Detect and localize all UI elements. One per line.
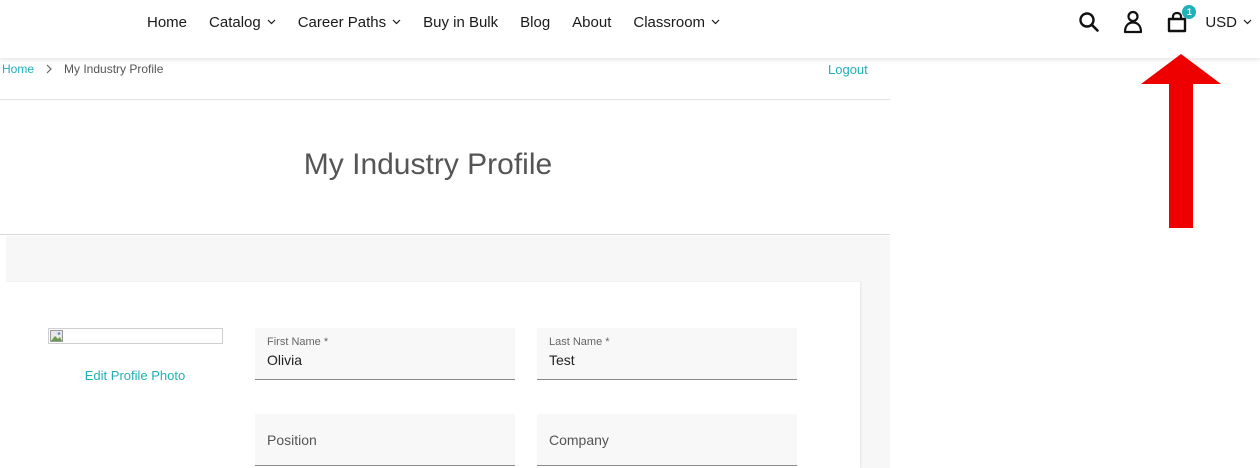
nav-about[interactable]: About (572, 14, 611, 31)
nav-catalog-label: Catalog (209, 13, 261, 31)
cart-count-badge: 1 (1182, 5, 1197, 19)
company-input[interactable] (549, 432, 785, 448)
nav-home[interactable]: Home (147, 14, 187, 31)
breadcrumb-current: My Industry Profile (64, 62, 164, 76)
chevron-down-icon (1243, 19, 1252, 25)
profile-photo (48, 328, 223, 344)
search-icon[interactable] (1067, 0, 1111, 44)
first-name-field: First Name * (255, 328, 515, 380)
currency-selector[interactable]: USD (1205, 14, 1252, 31)
chevron-down-icon (267, 19, 276, 25)
nav-blog-label: Blog (520, 13, 551, 31)
nav-classroom[interactable]: Classroom (633, 14, 720, 31)
annotation-arrow-icon (1141, 54, 1221, 228)
nav-home-label: Home (147, 13, 188, 31)
company-field (537, 414, 797, 466)
nav-buy-in-bulk[interactable]: Buy in Bulk (423, 14, 498, 31)
main-nav: Home Catalog Career Paths Buy in Bulk Bl… (136, 0, 731, 44)
nav-career-paths[interactable]: Career Paths (298, 14, 401, 31)
last-name-field: Last Name * (537, 328, 797, 380)
nav-classroom-label: Classroom (633, 13, 706, 31)
breadcrumb-row: Home My Industry Profile Logout (0, 58, 890, 100)
nav-buy-in-bulk-label: Buy in Bulk (423, 13, 499, 31)
position-input[interactable] (267, 432, 503, 448)
nav-catalog[interactable]: Catalog (209, 14, 276, 31)
currency-label: USD (1205, 13, 1237, 31)
chevron-down-icon (711, 19, 720, 25)
site-header: Home Catalog Career Paths Buy in Bulk Bl… (0, 0, 1260, 58)
account-icon[interactable] (1111, 0, 1155, 44)
chevron-right-icon (46, 64, 52, 74)
cart-icon[interactable]: 1 (1155, 0, 1199, 44)
breadcrumb: Home My Industry Profile (2, 62, 164, 76)
first-name-label: First Name * (267, 336, 329, 348)
broken-image-icon (50, 330, 63, 342)
nav-blog[interactable]: Blog (520, 14, 550, 31)
position-field (255, 414, 515, 466)
page-title: My Industry Profile (303, 148, 553, 181)
nav-about-label: About (572, 13, 612, 31)
chevron-down-icon (392, 19, 401, 25)
last-name-input[interactable] (549, 352, 785, 368)
edit-profile-photo-link[interactable]: Edit Profile Photo (48, 368, 222, 383)
title-area: My Industry Profile (0, 100, 890, 235)
nav-career-paths-label: Career Paths (297, 13, 387, 31)
breadcrumb-home-link[interactable]: Home (2, 62, 34, 76)
logout-link[interactable]: Logout (828, 62, 868, 77)
first-name-input[interactable] (267, 352, 503, 368)
last-name-label: Last Name * (549, 336, 610, 348)
header-icons: 1 USD (1067, 0, 1260, 44)
